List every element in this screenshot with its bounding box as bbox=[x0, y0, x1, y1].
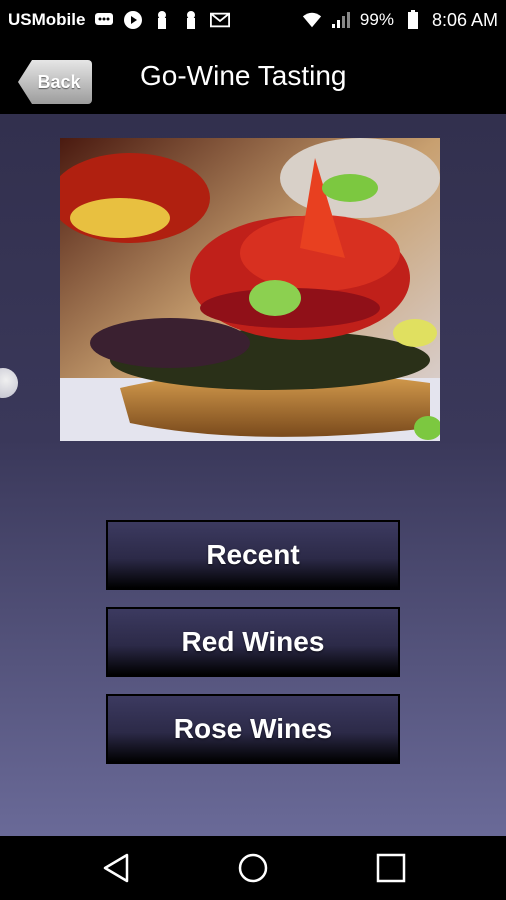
main-content: Recent Red Wines Rose Wines bbox=[0, 114, 506, 836]
red-wines-button[interactable]: Red Wines bbox=[106, 607, 400, 677]
clock: 8:06 AM bbox=[431, 9, 498, 30]
play-icon bbox=[123, 11, 143, 29]
message-icon bbox=[94, 11, 114, 29]
back-triangle-icon[interactable] bbox=[101, 852, 131, 889]
status-right: 99% 8:06 AM bbox=[302, 10, 498, 31]
back-button[interactable]: Back bbox=[18, 60, 92, 104]
page-title: Go-Wine Tasting bbox=[140, 60, 347, 91]
food-photo bbox=[60, 138, 440, 441]
wifi-icon bbox=[302, 11, 322, 29]
home-circle-icon[interactable] bbox=[237, 852, 269, 889]
battery-icon bbox=[403, 10, 423, 29]
keyhole-icon bbox=[181, 11, 201, 29]
carrier-name: USMobile bbox=[8, 10, 86, 29]
drawer-handle[interactable] bbox=[0, 368, 18, 398]
rose-wines-button[interactable]: Rose Wines bbox=[106, 694, 400, 764]
status-bar: USMobile 99% 8:06 AM bbox=[0, 0, 506, 40]
keyhole-icon bbox=[152, 11, 172, 29]
battery-percent: 99% bbox=[359, 10, 394, 29]
status-left: USMobile bbox=[8, 10, 231, 30]
signal-icon bbox=[331, 11, 351, 29]
recent-button[interactable]: Recent bbox=[106, 520, 400, 590]
gmail-icon bbox=[210, 11, 231, 29]
title-bar: Back Go-Wine Tasting bbox=[0, 40, 506, 114]
navigation-bar bbox=[0, 836, 506, 900]
recents-square-icon[interactable] bbox=[375, 852, 407, 889]
